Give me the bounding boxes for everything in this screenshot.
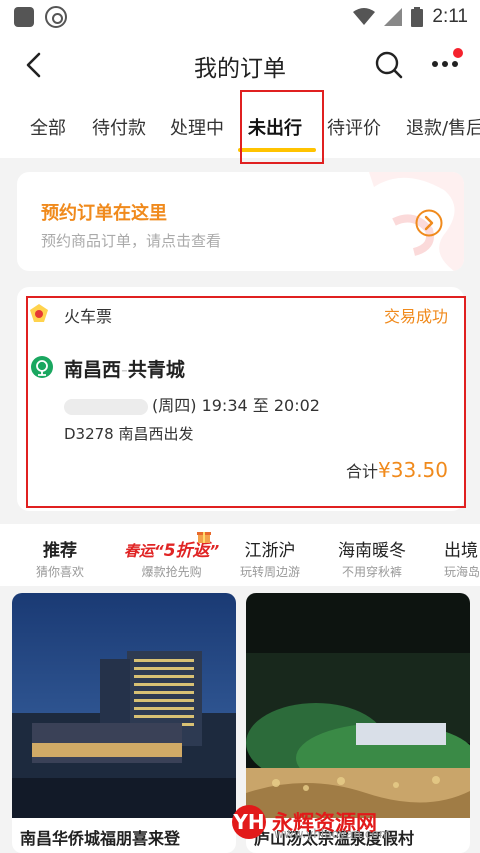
category-outbound[interactable]: 出境 玩海岛 <box>444 536 480 580</box>
page-title: 我的订单 <box>194 56 286 82</box>
watermark-url: www.yhlaoyan.com <box>274 827 391 841</box>
status-indicators: 2:11 <box>353 5 468 29</box>
notification-dot <box>453 48 463 58</box>
promo-title: 预约订单在这里 <box>41 203 167 224</box>
watermark: YH 永辉资源网 www.yhlaoyan.com <box>232 797 390 847</box>
app-logo-icon <box>45 6 67 28</box>
category-jiangzhehu[interactable]: 江浙沪 玩转周边游 <box>240 536 300 580</box>
category-strip: 推荐 猜你喜欢 春运“5折返” 爆款抢先购 江浙沪 玩转周边游 海南暖冬 不用穿… <box>0 524 480 586</box>
reservation-orders-card[interactable]: 预约订单在这里 预约商品订单，请点击查看 <box>17 172 464 271</box>
highlight-box-tab <box>240 90 324 164</box>
hotel-night-photo <box>12 593 236 818</box>
chevron-right-icon[interactable] <box>415 209 443 237</box>
tab-refund[interactable]: 退款/售后 <box>406 114 480 140</box>
search-icon[interactable] <box>374 50 404 80</box>
battery-icon <box>411 7 424 27</box>
gift-icon <box>197 532 211 543</box>
hotspring-night-photo <box>246 593 470 818</box>
wifi-icon <box>353 8 376 25</box>
decorative-pattern <box>369 172 464 271</box>
product-card-hotel[interactable]: 南昌华侨城福朋喜来登 <box>12 593 236 853</box>
tab-processing[interactable]: 处理中 <box>170 114 224 140</box>
status-bar: 2:11 <box>0 0 480 34</box>
tab-all[interactable]: 全部 <box>30 114 66 140</box>
promo-subtitle: 预约商品订单，请点击查看 <box>41 232 222 250</box>
app-notification-icon <box>14 7 34 27</box>
watermark-logo: YH <box>232 805 266 839</box>
header: 我的订单 <box>0 34 480 96</box>
product-title: 南昌华侨城福朋喜来登 <box>20 829 181 848</box>
highlight-box-order <box>26 296 466 508</box>
clock: 2:11 <box>432 6 468 27</box>
tab-to-review[interactable]: 待评价 <box>327 114 381 140</box>
tab-pending-payment[interactable]: 待付款 <box>92 114 146 140</box>
category-recommend[interactable]: 推荐 猜你喜欢 <box>32 536 92 580</box>
signal-icon <box>384 8 403 26</box>
category-hainan[interactable]: 海南暖冬 不用穿秋裤 <box>338 536 406 580</box>
